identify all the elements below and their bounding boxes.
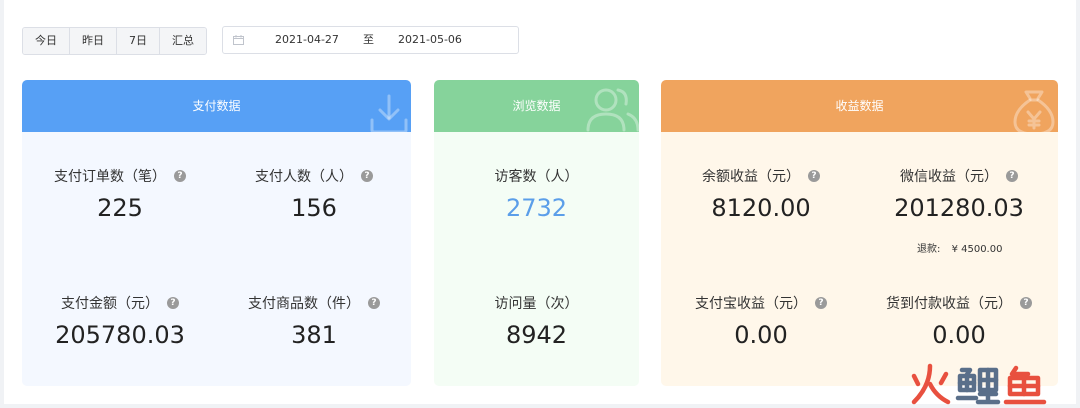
range-yesterday-button[interactable]: 昨日	[70, 28, 117, 54]
money-bag-icon	[1013, 90, 1055, 132]
help-icon[interactable]: ?	[174, 170, 186, 182]
alipay-income-metric: 支付宝收益（元） ? 0.00	[661, 293, 861, 349]
range-today-button[interactable]: 今日	[23, 28, 70, 54]
browse-data-card: 浏览数据 访客数（人） 2732 访问量（次） 8942	[434, 80, 639, 386]
end-date-input[interactable]: 2021-05-06	[398, 27, 462, 53]
download-icon	[370, 94, 408, 132]
help-icon[interactable]: ?	[167, 297, 179, 309]
metric-value[interactable]: 2732	[434, 194, 639, 222]
calendar-icon	[233, 35, 244, 45]
visitors-metric: 访客数（人） 2732	[434, 166, 639, 222]
date-separator: 至	[363, 33, 374, 46]
refund-label: 退款:	[917, 244, 941, 255]
date-range-picker[interactable]: 2021-04-27 至 2021-05-06	[222, 26, 519, 54]
metric-label: 支付商品数（件）	[248, 296, 360, 312]
pay-goods-metric: 支付商品数（件） ? 381	[216, 293, 411, 349]
metric-label: 访问量（次）	[494, 296, 579, 312]
help-icon[interactable]: ?	[361, 170, 373, 182]
metric-label: 余额收益（元）	[702, 169, 800, 185]
payment-card-header: 支付数据	[22, 80, 411, 132]
watermark-logo	[911, 363, 1047, 405]
income-card-body: 余额收益（元） ? 8120.00 微信收益（元） ? 201280.03 退款…	[661, 132, 1058, 386]
income-card-title: 收益数据	[835, 99, 884, 113]
metric-value: 0.00	[932, 321, 986, 349]
pay-users-metric: 支付人数（人） ? 156	[216, 166, 411, 222]
metric-value: 8120.00	[711, 194, 811, 222]
metric-value: 225	[97, 194, 143, 222]
browse-card-body: 访客数（人） 2732 访问量（次） 8942	[434, 132, 639, 386]
metric-label: 支付宝收益（元）	[695, 296, 807, 312]
refund-value: ¥ 4500.00	[951, 244, 1003, 255]
browse-card-header: 浏览数据	[434, 80, 639, 132]
refund-note: 退款: ¥ 4500.00	[917, 240, 1002, 255]
range-7days-button[interactable]: 7日	[117, 28, 160, 54]
metric-value: 0.00	[734, 321, 788, 349]
page-views-metric: 访问量（次） 8942	[434, 293, 639, 349]
metric-value: 156	[291, 194, 337, 222]
income-data-card: 收益数据 余额收益（元） ? 8120.00 微信收益（元） ? 201280.…	[661, 80, 1058, 386]
range-summary-button[interactable]: 汇总	[160, 28, 206, 54]
balance-income-metric: 余额收益（元） ? 8120.00	[661, 166, 861, 222]
metric-value: 381	[291, 321, 337, 349]
start-date-input[interactable]: 2021-04-27	[275, 27, 339, 53]
metric-label: 支付人数（人）	[255, 169, 353, 185]
payment-card-title: 支付数据	[192, 99, 241, 113]
metric-label: 货到付款收益（元）	[886, 296, 1012, 312]
help-icon[interactable]: ?	[1020, 297, 1032, 309]
users-icon	[586, 88, 639, 132]
pay-orders-metric: 支付订单数（笔） ? 225	[22, 166, 218, 222]
wechat-income-metric: 微信收益（元） ? 201280.03	[859, 166, 1058, 222]
metric-value: 205780.03	[55, 321, 185, 349]
income-card-header: 收益数据	[661, 80, 1058, 132]
help-icon[interactable]: ?	[808, 170, 820, 182]
help-icon[interactable]: ?	[1006, 170, 1018, 182]
metric-value: 8942	[505, 321, 568, 349]
metric-label: 支付金额（元）	[61, 296, 159, 312]
help-icon[interactable]: ?	[368, 297, 380, 309]
help-icon[interactable]: ?	[815, 297, 827, 309]
pay-amount-metric: 支付金额（元） ? 205780.03	[22, 293, 218, 349]
metric-label: 访客数（人）	[494, 169, 579, 185]
date-range-tabs: 今日 昨日 7日 汇总	[22, 27, 207, 55]
metric-value: 201280.03	[894, 194, 1024, 222]
payment-card-body: 支付订单数（笔） ? 225 支付人数（人） ? 156 支付金额（元） ? 2…	[22, 132, 411, 386]
payment-data-card: 支付数据 支付订单数（笔） ? 225 支付人数（人） ? 156 支付金额（元…	[22, 80, 411, 386]
metric-label: 支付订单数（笔）	[54, 169, 166, 185]
cod-income-metric: 货到付款收益（元） ? 0.00	[859, 293, 1058, 349]
metric-label: 微信收益（元）	[900, 169, 998, 185]
browse-card-title: 浏览数据	[512, 99, 561, 113]
